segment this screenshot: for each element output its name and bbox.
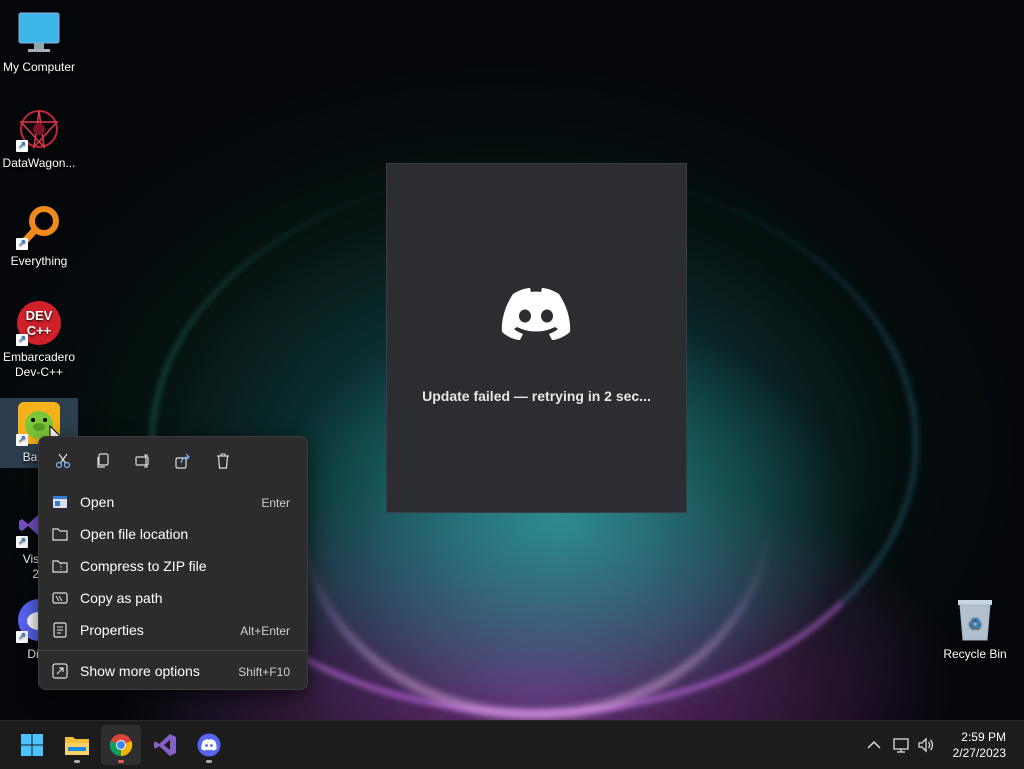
desktop-icon-label: Everything: [10, 254, 68, 268]
svg-text:♻: ♻: [968, 614, 982, 633]
menu-item-shortcut: Enter: [261, 496, 290, 510]
menu-item-shortcut: Shift+F10: [238, 665, 290, 679]
taskbar-visual-studio[interactable]: [145, 725, 185, 765]
menu-item-copy-as-path[interactable]: Copy as path: [44, 583, 300, 613]
cut-icon[interactable]: [51, 449, 75, 473]
menu-item-label: Properties: [80, 622, 144, 638]
shortcut-arrow-icon: ↗: [16, 140, 28, 152]
svg-text:DEV: DEV: [26, 308, 53, 323]
menu-item-properties[interactable]: Properties Alt+Enter: [44, 615, 300, 645]
volume-icon[interactable]: [917, 736, 935, 754]
running-indicator: [206, 760, 212, 763]
taskbar-chrome[interactable]: [101, 725, 141, 765]
show-more-icon: [52, 663, 68, 679]
menu-item-label: Show more options: [80, 663, 200, 679]
search-magnifier-icon: ↗: [16, 204, 62, 250]
menu-item-label: Open: [80, 494, 115, 510]
start-button[interactable]: [12, 725, 52, 765]
shortcut-arrow-icon: ↗: [16, 631, 28, 643]
monitor-icon: [16, 10, 62, 56]
desktop-icon-datawagon[interactable]: ↗ DataWagon...: [0, 106, 78, 171]
menu-item-label: Copy as path: [80, 590, 163, 606]
shortcut-arrow-icon: ↗: [16, 238, 28, 250]
discord-updater-window[interactable]: Update failed — retrying in 2 sec...: [386, 163, 687, 513]
recycle-bin-icon: ♻: [952, 597, 998, 643]
desktop-icon-everything[interactable]: ↗ Everything: [0, 204, 78, 269]
menu-separator: [38, 650, 306, 651]
file-explorer-icon: [65, 737, 89, 755]
start-icon: [21, 734, 43, 756]
desktop-icon-my-computer[interactable]: My Computer: [0, 10, 78, 75]
datawagon-icon: ↗: [16, 106, 62, 152]
shortcut-arrow-icon: ↗: [16, 334, 28, 346]
chrome-icon: [109, 734, 133, 757]
menu-item-label: Compress to ZIP file: [80, 558, 207, 574]
context-menu-toolbar: [51, 449, 235, 473]
properties-icon: [53, 622, 67, 638]
network-icon[interactable]: [892, 736, 910, 754]
desktop-icon-devcpp[interactable]: DEV C++ ↗ Embarcadero Dev-C++: [0, 300, 78, 380]
discord-logo-icon: [501, 288, 571, 340]
menu-item-open[interactable]: Open Enter: [44, 487, 300, 517]
zip-folder-icon: [52, 560, 68, 573]
taskbar-discord[interactable]: [189, 725, 229, 765]
visual-studio-icon: [154, 734, 176, 756]
menu-item-open-file-location[interactable]: Open file location: [44, 519, 300, 549]
taskbar-file-explorer[interactable]: [57, 725, 97, 765]
running-indicator: [74, 760, 80, 763]
shortcut-arrow-icon: ↗: [16, 536, 28, 548]
desktop-icon-label: Recycle Bin: [943, 647, 1007, 661]
open-window-icon: [53, 496, 67, 508]
svg-text:C++: C++: [27, 323, 52, 338]
devcpp-icon: DEV C++ ↗: [16, 300, 62, 346]
update-status-text: Update failed — retrying in 2 sec...: [422, 388, 651, 404]
copy-icon[interactable]: [91, 449, 115, 473]
shortcut-arrow-icon: ↗: [16, 434, 28, 446]
chevron-up-icon[interactable]: [865, 736, 883, 754]
path-icon: [52, 592, 68, 604]
running-indicator: [118, 760, 124, 763]
share-icon[interactable]: [171, 449, 195, 473]
clock-date: 2/27/2023: [952, 746, 1006, 760]
menu-item-compress-zip[interactable]: Compress to ZIP file: [44, 551, 300, 581]
discord-icon: [197, 733, 221, 757]
taskbar: 2:59 PM 2/27/2023: [0, 720, 1024, 769]
delete-icon[interactable]: [211, 449, 235, 473]
menu-item-label: Open file location: [80, 526, 189, 542]
desktop-icon-label: DataWagon...: [2, 156, 76, 170]
system-clock[interactable]: 2:59 PM 2/27/2023: [953, 729, 1006, 761]
menu-item-show-more-options[interactable]: Show more options Shift+F10: [44, 656, 300, 686]
desktop-icon-label: Embarcadero Dev-C++: [2, 350, 76, 379]
rename-icon[interactable]: [131, 449, 155, 473]
desktop-icon-label: My Computer: [2, 60, 76, 74]
menu-item-shortcut: Alt+Enter: [240, 624, 290, 638]
desktop-icon-recycle-bin[interactable]: ♻ Recycle Bin: [936, 597, 1014, 662]
clock-time: 2:59 PM: [961, 730, 1006, 744]
folder-icon: [52, 528, 68, 541]
